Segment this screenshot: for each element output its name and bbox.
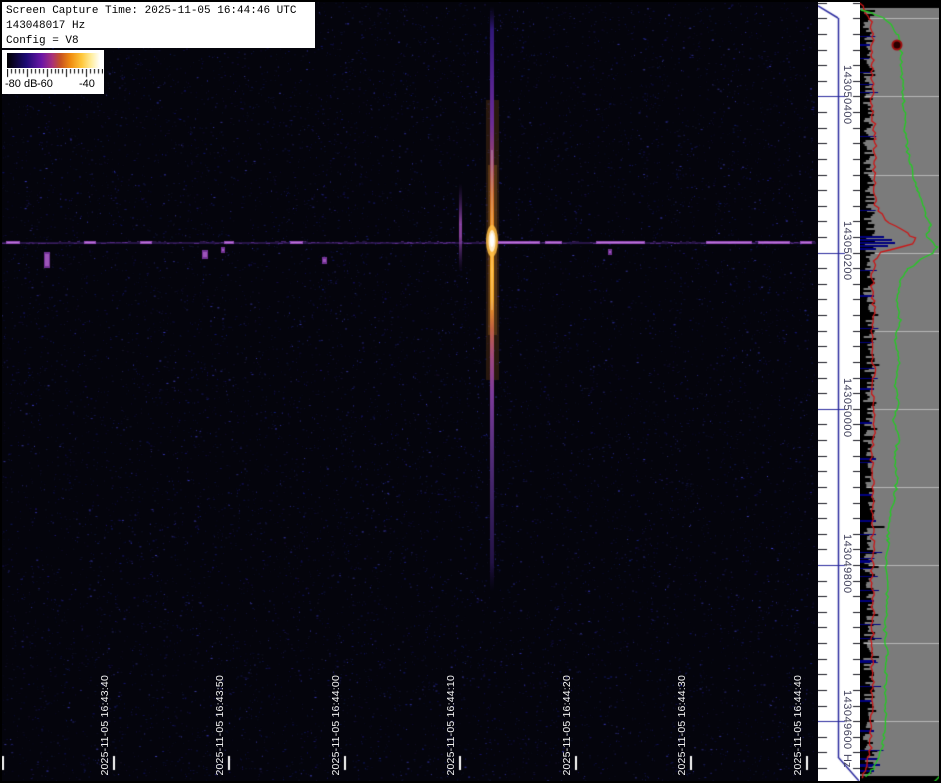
spectrum-panel-canvas [860, 0, 941, 783]
colorbar-gradient [7, 53, 103, 68]
capture-time-text: Screen Capture Time: 2025-11-05 16:44:46… [6, 4, 315, 19]
config-text: Config = V8 [6, 34, 315, 49]
frequency-scale: 143050400 143050200 143050000 143049800 1430… [818, 0, 860, 783]
spectrogram-waterfall-canvas [0, 0, 818, 783]
frequency-tick-label: 143050400 [841, 65, 853, 125]
colorbar-label-min: -80 dB [5, 78, 37, 90]
frequency-unit-label: Hz [841, 754, 853, 767]
frequency-tick-label: 143049800 [841, 534, 853, 594]
frequency-tick-label: 143050200 [841, 221, 853, 281]
tuned-frequency-text: 143048017 Hz [6, 19, 315, 34]
colorbar-label-mid: -60 [37, 78, 53, 90]
colorbar-labels: -80 dB -60 -40 [2, 78, 104, 92]
colorbar-label-max: -40 [79, 78, 95, 90]
frequency-tick-label: 143050000 [841, 378, 853, 438]
frequency-tick-label: 143049600 [841, 690, 853, 750]
colorbar-ruler [7, 69, 103, 78]
spectrogram-app-window: 2025-11-05 16:43:402025-11-05 16:43:5020… [0, 0, 941, 783]
frequency-scale-ticks-canvas [818, 0, 860, 783]
capture-info-box: Screen Capture Time: 2025-11-05 16:44:46… [2, 2, 315, 48]
intensity-colorbar: -80 dB -60 -40 [2, 50, 104, 94]
